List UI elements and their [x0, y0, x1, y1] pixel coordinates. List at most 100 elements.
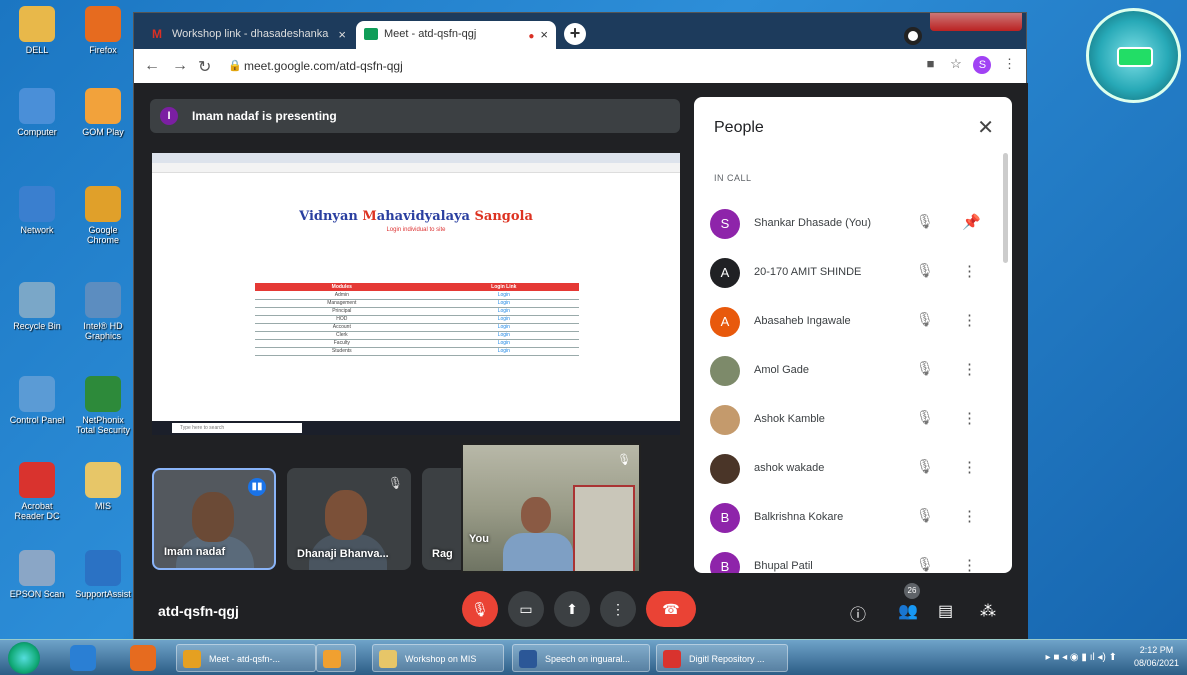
desktop-icon[interactable]: Firefox — [72, 6, 134, 55]
in-call-heading: IN CALL — [714, 173, 752, 183]
module-cell: Principal — [255, 307, 429, 316]
mic-toggle-button[interactable]: 🎙 — [462, 591, 498, 627]
taskbar-app-icon — [663, 650, 681, 668]
mic-off-icon: 🎙 — [387, 476, 403, 490]
ie-icon[interactable] — [70, 645, 96, 671]
login-link[interactable]: Login — [428, 339, 579, 348]
participant-row[interactable]: A 20-170 AMIT SHINDE 🎙 ⋮ — [694, 249, 1012, 298]
participant-row[interactable]: B Bhupal Patil 🎙 ⋮ — [694, 543, 1012, 573]
meeting-code: atd-qsfn-qgj — [158, 603, 239, 619]
login-link[interactable]: Login — [428, 331, 579, 340]
login-link[interactable]: Login — [428, 347, 579, 356]
participant-row[interactable]: ashok wakade 🎙 ⋮ — [694, 445, 1012, 494]
participant-tile[interactable]: ▮▮ Imam nadaf — [152, 468, 276, 570]
more-options-button[interactable]: ⋮ — [600, 591, 636, 627]
activities-icon[interactable]: ⁂ — [980, 601, 996, 621]
tab-workshop-link[interactable]: M Workshop link - dhasadeshanka × — [144, 21, 354, 49]
firefox-icon[interactable] — [130, 645, 156, 671]
more-options-icon[interactable]: ⋮ — [962, 311, 977, 329]
desktop-icon[interactable]: Control Panel — [6, 376, 68, 425]
participant-row[interactable]: B Balkrishna Kokare 🎙 ⋮ — [694, 494, 1012, 543]
maximize-button[interactable] — [954, 13, 978, 29]
presenter-avatar: I — [160, 107, 178, 125]
participant-row[interactable]: Ashok Kamble 🎙 ⋮ — [694, 396, 1012, 445]
close-panel-icon[interactable]: ✕ — [977, 115, 994, 140]
more-options-icon[interactable]: ⋮ — [962, 556, 977, 573]
login-link[interactable]: Login — [428, 315, 579, 324]
chat-icon[interactable]: ▤ — [938, 601, 953, 621]
more-options-icon[interactable]: ⋮ — [962, 262, 977, 280]
desktop-icon[interactable]: Acrobat Reader DC — [6, 462, 68, 521]
camera-toggle-button[interactable]: ▭ — [508, 591, 544, 627]
more-options-icon[interactable]: ⋮ — [962, 458, 977, 476]
participant-avatar: A — [710, 258, 740, 288]
camera-icon[interactable]: ■ — [927, 56, 935, 71]
menu-dots-icon[interactable]: ⋮ — [1003, 56, 1016, 71]
desktop-icon[interactable]: Google Chrome — [72, 186, 134, 245]
reload-icon[interactable]: ↻ — [198, 57, 211, 77]
desktop-icon[interactable]: DELL — [6, 6, 68, 55]
more-options-icon[interactable]: ⋮ — [962, 360, 977, 378]
pin-icon[interactable]: 📌 — [962, 213, 981, 231]
desktop-icon[interactable]: Recycle Bin — [6, 282, 68, 331]
desktop-icon-label: Acrobat Reader DC — [14, 501, 60, 521]
participant-tile[interactable]: 🎙 Dhanaji Bhanva... — [287, 468, 411, 570]
present-button[interactable]: ⬆ — [554, 591, 590, 627]
start-button[interactable] — [8, 642, 40, 674]
leave-call-button[interactable]: ☎ — [646, 591, 696, 627]
participant-row[interactable]: Amol Gade 🎙 ⋮ — [694, 347, 1012, 396]
mic-off-icon: 🎙 — [916, 409, 934, 425]
profile-avatar[interactable]: S — [973, 56, 992, 74]
desktop-icon-label: GOM Play — [82, 127, 124, 137]
taskbar-item[interactable]: Speech on inguaral... — [512, 644, 650, 672]
desktop-icon[interactable]: SupportAssist — [72, 550, 134, 599]
tab-label: Meet - atd-qsfn-qgj — [384, 28, 477, 40]
desktop-icon[interactable]: NetPhonix Total Security — [72, 376, 134, 435]
window-close-button[interactable] — [978, 13, 1002, 29]
login-link[interactable]: Login — [428, 323, 579, 332]
taskbar-item[interactable]: Digitl Repository ... — [656, 644, 788, 672]
taskbar-item[interactable]: Meet - atd-qsfn-... — [176, 644, 316, 672]
desktop-icon[interactable]: Computer — [6, 88, 68, 137]
login-link[interactable]: Login — [428, 299, 579, 308]
desktop-icon[interactable]: EPSON Scan — [6, 550, 68, 599]
lock-icon: 🔒 — [228, 60, 242, 72]
bookmark-star-icon[interactable]: ☆ — [950, 56, 962, 71]
shared-browser-url — [152, 163, 680, 173]
login-link[interactable]: Login — [428, 307, 579, 316]
login-link[interactable]: Login — [428, 291, 579, 300]
desktop-icon[interactable]: Network — [6, 186, 68, 235]
participant-row[interactable]: A Abasaheb Ingawale 🎙 ⋮ — [694, 298, 1012, 347]
table-row: Students Login — [255, 347, 579, 356]
clock[interactable]: 2:12 PM 08/06/2021 — [1134, 644, 1179, 670]
minimize-button[interactable] — [930, 13, 954, 29]
url-field[interactable]: 🔒 meet.google.com/atd-qsfn-qgj — [226, 55, 906, 77]
desktop-icon[interactable]: Intel® HD Graphics — [72, 282, 134, 341]
window-controls — [930, 13, 1022, 31]
desktop-icon[interactable]: GOM Play — [72, 88, 134, 137]
desktop-icon-label: NetPhonix Total Security — [75, 415, 131, 435]
close-tab-icon[interactable]: × — [338, 27, 346, 42]
tab-meet[interactable]: Meet - atd-qsfn-qgj ● × — [356, 21, 556, 49]
self-view[interactable]: 🎙 You — [461, 443, 641, 573]
end-call-icon: ☎ — [662, 601, 680, 617]
taskbar-item[interactable] — [316, 644, 356, 672]
desktop-gadget[interactable] — [1086, 8, 1181, 103]
meeting-controls: atd-qsfn-qgj 🎙 ▭ ⬆ ⋮ ☎ ⓘ 26 👥 ▤ ⁂ — [134, 581, 1028, 645]
more-options-icon[interactable]: ⋮ — [962, 409, 977, 427]
forward-icon[interactable]: → — [172, 57, 188, 75]
desktop-icon[interactable]: MIS — [72, 462, 134, 511]
chrome-profile-icon[interactable] — [904, 27, 922, 45]
mic-off-icon: 🎙 — [916, 213, 934, 229]
more-options-icon[interactable]: ⋮ — [962, 507, 977, 525]
desktop-icon-label: EPSON Scan — [9, 589, 65, 599]
back-icon[interactable]: ← — [144, 57, 160, 75]
close-tab-icon[interactable]: ● × — [528, 27, 548, 42]
participant-row[interactable]: S Shankar Dhasade (You) 🎙 📌 — [694, 200, 1012, 249]
meet-icon — [364, 28, 378, 40]
people-icon[interactable]: 👥 — [898, 601, 918, 621]
meeting-info-icon[interactable]: ⓘ — [850, 601, 866, 625]
new-tab-button[interactable]: + — [564, 23, 586, 45]
taskbar-item[interactable]: Workshop on MIS — [372, 644, 504, 672]
table-row: Account Login — [255, 323, 579, 332]
